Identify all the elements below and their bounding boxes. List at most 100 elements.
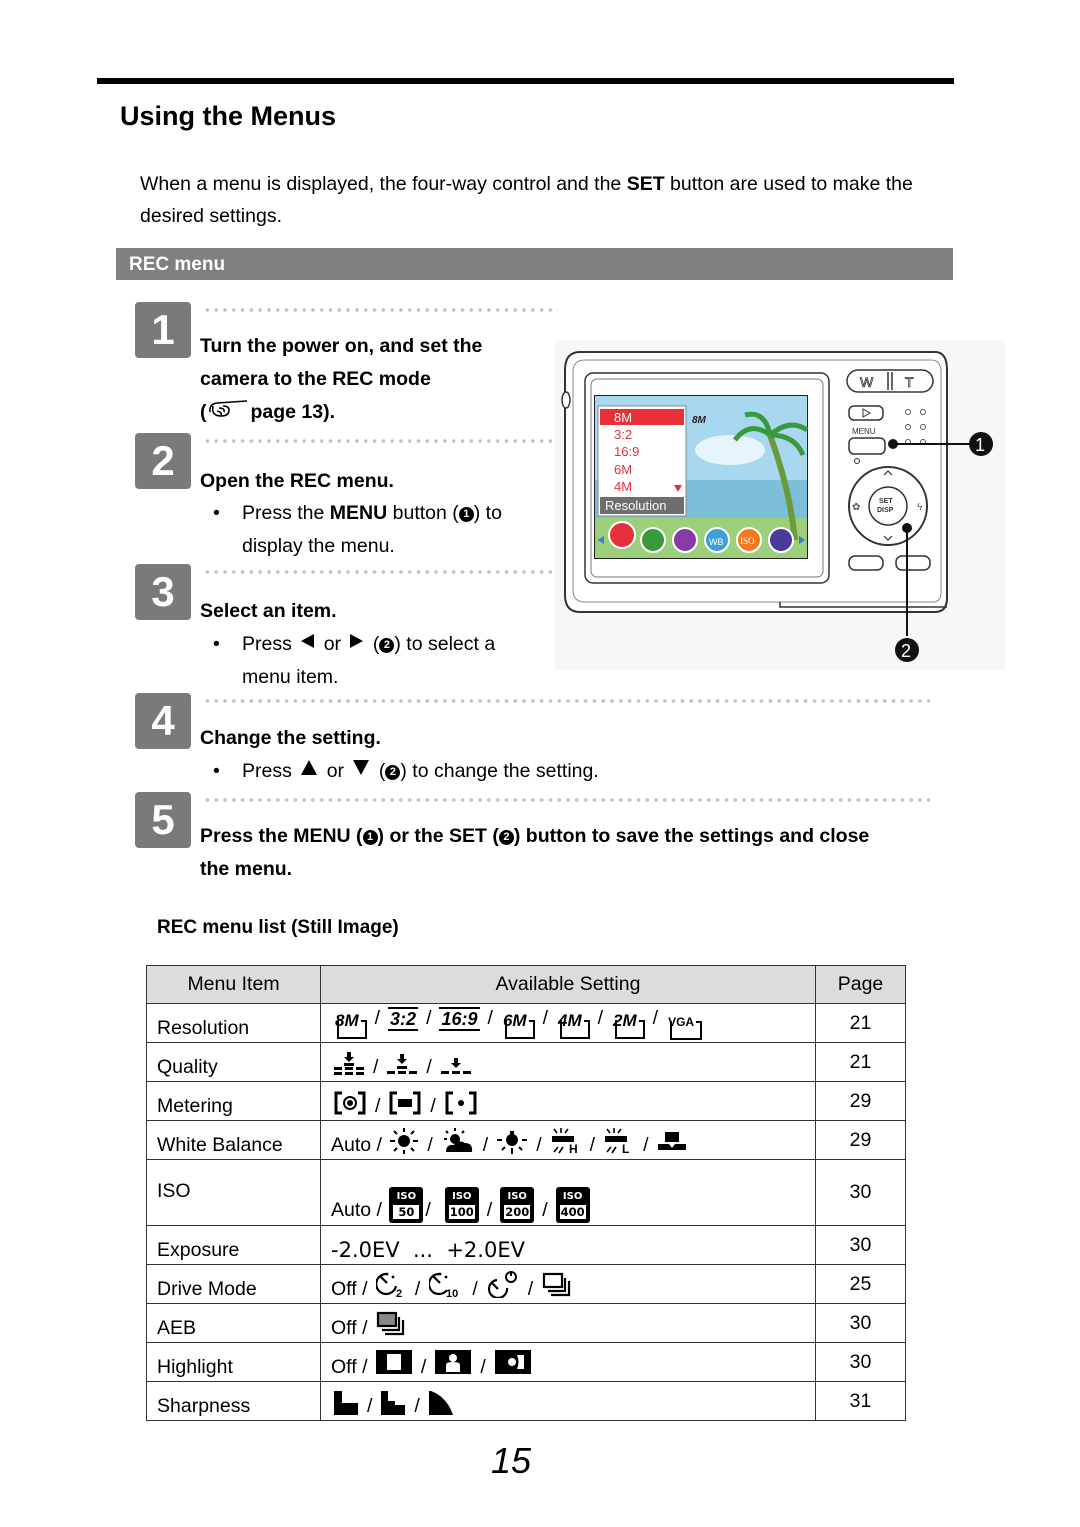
iso-label: ISO: [562, 1191, 583, 1202]
sharpness-sharp-icon: [334, 1391, 358, 1415]
table-title: REC menu list (Still Image): [157, 917, 399, 938]
iso-100-icon: ISO 100: [444, 1187, 479, 1223]
row-item-label: Resolution: [146, 1003, 321, 1043]
quality-economy-icon: [440, 1058, 471, 1074]
row-page: 30: [815, 1225, 906, 1265]
step-3-heading: Select an item.: [200, 600, 337, 622]
row-item-label: White Balance: [146, 1120, 321, 1160]
iso-200-icon: ISO 200: [500, 1187, 535, 1223]
row-settings: Auto / ISO 50/ISO 100/ISO 200/ISO 400: [320, 1159, 816, 1226]
dotted-divider: [203, 439, 558, 443]
row-page: 31: [815, 1381, 906, 1421]
self-timer-10s-icon: 10: [429, 1272, 459, 1298]
row-item-label: Highlight: [146, 1342, 321, 1382]
function-button-right: [895, 555, 931, 571]
down-arrow-icon: [353, 760, 370, 775]
step-5-text: Press the MENU (: [200, 825, 363, 847]
row-settings: / /: [320, 1042, 816, 1082]
table-row: Quality // 21: [146, 1042, 906, 1082]
playback-button: [848, 405, 884, 421]
metering-center-icon: [334, 1091, 366, 1115]
bullet-text-line2: menu item.: [242, 666, 339, 688]
macro-icon: ✿: [852, 502, 860, 513]
screen-menu-item: 16:9: [614, 444, 639, 459]
self-timer-2s-icon: 2: [375, 1272, 402, 1298]
screen-menu-item: 4M: [614, 479, 632, 494]
res-3-2-icon: 3:2: [388, 1007, 419, 1031]
callout-marker-2: 2: [385, 765, 401, 780]
function-button-left: [848, 555, 884, 571]
dotted-divider: [203, 570, 558, 574]
svg-text:H: H: [569, 1142, 578, 1154]
row-item-label: Exposure: [146, 1225, 321, 1265]
screen-icon-metering: [672, 527, 698, 553]
sharpness-soft-icon: [428, 1391, 453, 1415]
screen-resolution-badge: 8M: [692, 415, 707, 426]
row-settings: / /: [320, 1381, 816, 1421]
right-arrow-icon: [350, 634, 364, 648]
bracket-cap: [360, 1020, 367, 1022]
table-header-row: Menu Item Available Setting Page: [146, 965, 906, 1004]
intro-bold-set: SET: [626, 173, 665, 195]
intro-text: When a menu is displayed, the four-way c…: [140, 173, 627, 195]
double-timer-icon: [487, 1271, 517, 1298]
set-button: [868, 486, 908, 526]
iso-value: 50: [392, 1204, 421, 1220]
step-4-bullet: • Press or (2) to change the setting.: [213, 755, 913, 788]
pointing-hand-icon: [208, 400, 247, 417]
res-6m-icon: 6M: [501, 1012, 535, 1039]
continuous-shot-icon: [543, 1272, 571, 1297]
bullet-text: button (: [387, 502, 459, 524]
row-page: 30: [815, 1303, 906, 1343]
row-page: 21: [815, 1042, 906, 1082]
row-item-label: ISO: [146, 1159, 321, 1226]
wb-fluorescent-l-icon: L: [605, 1128, 629, 1154]
callout-marker-1: 1: [458, 507, 474, 522]
camera-back-illustration: 8M 3:2 16:9 6M 4M Resolution 8M WB ISO W…: [555, 340, 1005, 670]
screen-menu-caption: Resolution: [605, 498, 666, 513]
bullet-dot: •: [213, 760, 220, 782]
wb-daylight-icon: [390, 1128, 419, 1154]
callout-marker-2: 2: [498, 830, 514, 845]
table-row: AEB Off / 30: [146, 1303, 906, 1343]
row-settings: 8M/3:2/16:9/6M/4M/2M / VGA: [320, 1003, 816, 1043]
dotted-divider: [203, 308, 558, 312]
header-menu-item: Menu Item: [146, 965, 321, 1004]
step-5-heading: Press the MENU (1) or the SET (2) button…: [200, 820, 940, 886]
zoom-t-label: T: [905, 374, 914, 390]
row-settings: Auto / / / / H / L /: [320, 1120, 816, 1160]
bullet-bold-menu: MENU: [329, 502, 388, 524]
iso-50-icon: ISO 50: [389, 1187, 424, 1223]
table-row: White Balance Auto / / / / H / L/ 29: [146, 1120, 906, 1160]
timer-2-label: 2: [396, 1288, 402, 1298]
callout-marker-2: 2: [379, 638, 395, 653]
callout-2-label: 2: [901, 641, 911, 661]
row-page: 30: [815, 1159, 906, 1226]
left-arrow-icon: [301, 634, 315, 648]
callout-1-label: 1: [975, 435, 985, 455]
wb-tungsten-icon: [497, 1131, 528, 1154]
step-4-badge: 4: [135, 693, 191, 749]
quality-standard-icon: [387, 1054, 418, 1074]
page-title: Using the Menus: [120, 101, 337, 131]
step-1-badge: 1: [135, 302, 191, 358]
screen-menu-item: 3:2: [614, 427, 632, 442]
iso-value: 100: [447, 1204, 476, 1220]
drive-off-label: Off /: [331, 1278, 368, 1300]
screen-menu-selected: [600, 409, 684, 425]
bullet-text: or: [323, 633, 342, 655]
metering-average-icon: [389, 1091, 421, 1115]
quality-fine-icon: [334, 1052, 364, 1075]
bullet-text-line2: display the menu.: [242, 535, 395, 557]
bracket-cap: [696, 1021, 703, 1023]
row-settings: Off /: [320, 1303, 816, 1343]
step-2-bullet: • Press the MENU button (1) to display th…: [213, 497, 573, 563]
wb-fluorescent-h-icon: H: [551, 1128, 578, 1154]
highlight-portrait-icon: [435, 1350, 472, 1374]
svg-text:L: L: [622, 1142, 629, 1154]
table-row: Metering // 29: [146, 1081, 906, 1121]
row-item-label: Metering: [146, 1081, 321, 1121]
menu-button-label: MENU: [852, 427, 876, 436]
screen-icon-iso-label: ISO: [740, 536, 755, 546]
step-1-page-ref[interactable]: (page 13).: [200, 396, 482, 429]
